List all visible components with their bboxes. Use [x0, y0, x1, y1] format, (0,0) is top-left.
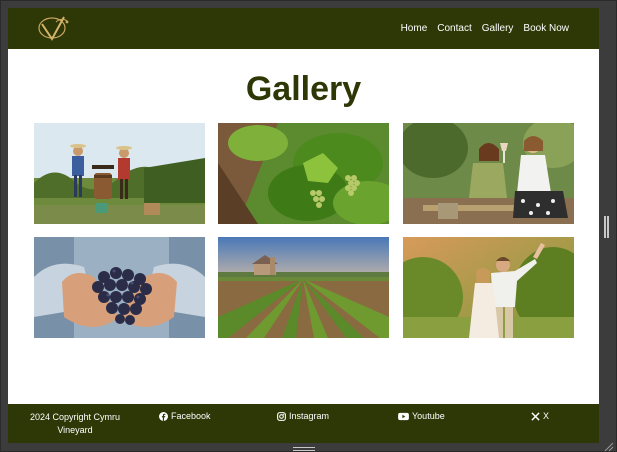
footer-link-x[interactable]: X — [531, 411, 549, 421]
gallery-photo-vine-grapes[interactable] — [218, 123, 389, 224]
gallery-photo-couple-vineyard[interactable] — [403, 237, 574, 338]
browser-window: Home Contact Gallery Book Now Gallery 20… — [0, 0, 617, 452]
nav-book-now[interactable]: Book Now — [523, 23, 569, 34]
footer-link-facebook[interactable]: Facebook — [159, 411, 211, 421]
gallery-grid — [34, 123, 574, 338]
vine-grapes-photo-icon — [218, 123, 389, 224]
facebook-icon — [159, 411, 168, 421]
resize-grip-icon[interactable] — [604, 439, 614, 452]
footer-copyright: 2024 Copyright Cymru Vineyard — [29, 412, 121, 435]
site-footer: 2024 Copyright Cymru Vineyard Facebook I… — [8, 404, 599, 443]
page-title: Gallery — [245, 70, 362, 108]
harvest-couple-photo-icon — [34, 123, 205, 224]
youtube-icon — [398, 412, 409, 420]
footer-link-x-label: X — [543, 411, 550, 421]
nav-home[interactable]: Home — [401, 23, 428, 34]
hands-grapes-photo-icon — [34, 237, 205, 338]
gallery-photo-wine-toast[interactable] — [403, 123, 574, 224]
x-logo-icon — [531, 411, 540, 421]
gallery-photo-vineyard-rows[interactable] — [218, 237, 389, 338]
page-viewport: Home Contact Gallery Book Now Gallery 20… — [8, 8, 599, 443]
main-nav: Home Contact Gallery Book Now — [401, 8, 569, 49]
gallery-photo-hands-grapes[interactable] — [34, 237, 205, 338]
vineyard-monogram-logo-icon[interactable] — [34, 14, 74, 42]
wine-toast-photo-icon — [403, 123, 574, 224]
nav-contact[interactable]: Contact — [437, 23, 471, 34]
site-header: Home Contact Gallery Book Now — [8, 8, 599, 49]
footer-link-youtube[interactable]: Youtube — [398, 411, 445, 421]
footer-link-youtube-label: Youtube — [412, 411, 445, 421]
horizontal-scroll-handle[interactable] — [293, 447, 315, 451]
footer-link-instagram[interactable]: Instagram — [277, 411, 329, 421]
gallery-photo-harvest-couple[interactable] — [34, 123, 205, 224]
footer-link-facebook-label: Facebook — [171, 411, 211, 421]
footer-link-instagram-label: Instagram — [289, 411, 330, 421]
nav-gallery[interactable]: Gallery — [482, 23, 514, 34]
vertical-scroll-handle[interactable] — [604, 216, 610, 238]
instagram-icon — [277, 411, 286, 421]
vineyard-rows-photo-icon — [218, 237, 389, 338]
couple-vineyard-photo-icon — [403, 237, 574, 338]
